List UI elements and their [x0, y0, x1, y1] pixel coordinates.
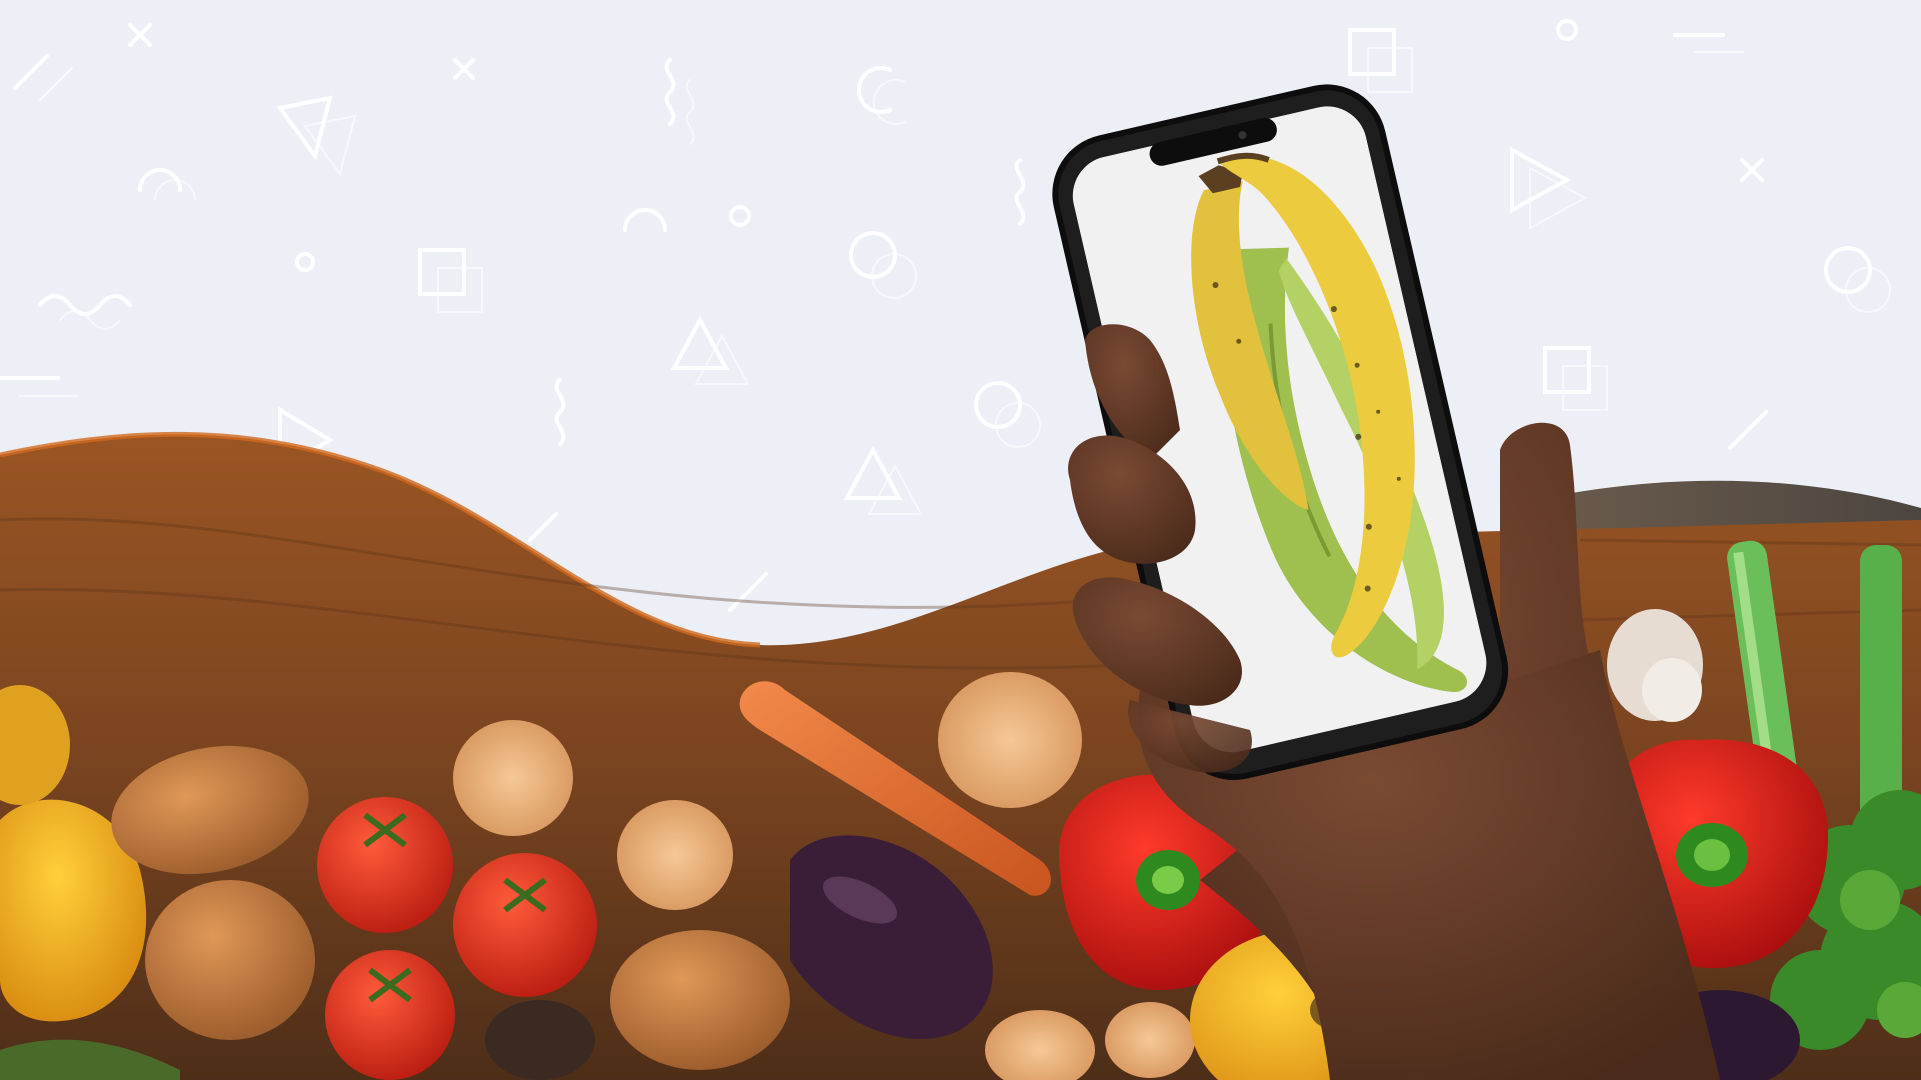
- banner-illustration: [0, 0, 1921, 1080]
- hero-banner: [0, 0, 1921, 1080]
